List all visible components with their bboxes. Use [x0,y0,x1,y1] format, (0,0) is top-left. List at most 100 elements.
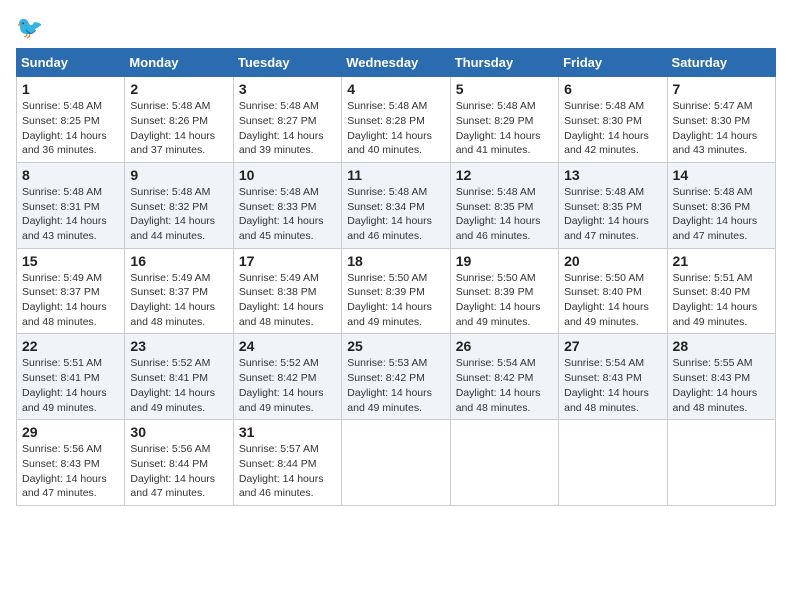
sunset-text: Sunset: 8:30 PM [673,114,770,129]
sunrise-text: Sunrise: 5:48 AM [22,99,119,114]
logo: 🐦 [16,16,43,40]
sunrise-text: Sunrise: 5:48 AM [239,99,336,114]
daylight-text: Daylight: 14 hours and 48 minutes. [239,300,336,329]
sunrise-text: Sunrise: 5:56 AM [22,442,119,457]
day-info: Sunrise: 5:48 AM Sunset: 8:27 PM Dayligh… [239,99,336,158]
sunrise-text: Sunrise: 5:56 AM [130,442,227,457]
sunrise-text: Sunrise: 5:48 AM [130,185,227,200]
sunrise-text: Sunrise: 5:51 AM [22,356,119,371]
sunset-text: Sunset: 8:29 PM [456,114,553,129]
calendar-cell: 15 Sunrise: 5:49 AM Sunset: 8:37 PM Dayl… [17,248,125,334]
day-number: 23 [130,338,227,354]
sunset-text: Sunset: 8:35 PM [456,200,553,215]
calendar-day-header: Wednesday [342,49,450,77]
day-number: 22 [22,338,119,354]
sunset-text: Sunset: 8:41 PM [130,371,227,386]
daylight-text: Daylight: 14 hours and 48 minutes. [22,300,119,329]
daylight-text: Daylight: 14 hours and 49 minutes. [456,300,553,329]
day-number: 20 [564,253,661,269]
sunset-text: Sunset: 8:33 PM [239,200,336,215]
day-info: Sunrise: 5:50 AM Sunset: 8:39 PM Dayligh… [456,271,553,330]
daylight-text: Daylight: 14 hours and 49 minutes. [239,386,336,415]
sunrise-text: Sunrise: 5:54 AM [564,356,661,371]
sunrise-text: Sunrise: 5:53 AM [347,356,444,371]
day-number: 8 [22,167,119,183]
calendar-cell: 24 Sunrise: 5:52 AM Sunset: 8:42 PM Dayl… [233,334,341,420]
calendar-cell: 6 Sunrise: 5:48 AM Sunset: 8:30 PM Dayli… [559,77,667,163]
sunset-text: Sunset: 8:34 PM [347,200,444,215]
calendar-week-row: 22 Sunrise: 5:51 AM Sunset: 8:41 PM Dayl… [17,334,776,420]
day-info: Sunrise: 5:49 AM Sunset: 8:38 PM Dayligh… [239,271,336,330]
day-number: 11 [347,167,444,183]
daylight-text: Daylight: 14 hours and 47 minutes. [22,472,119,501]
day-info: Sunrise: 5:54 AM Sunset: 8:43 PM Dayligh… [564,356,661,415]
day-number: 31 [239,424,336,440]
calendar-day-header: Monday [125,49,233,77]
day-info: Sunrise: 5:54 AM Sunset: 8:42 PM Dayligh… [456,356,553,415]
sunrise-text: Sunrise: 5:48 AM [456,185,553,200]
sunset-text: Sunset: 8:42 PM [239,371,336,386]
calendar-week-row: 1 Sunrise: 5:48 AM Sunset: 8:25 PM Dayli… [17,77,776,163]
day-info: Sunrise: 5:50 AM Sunset: 8:40 PM Dayligh… [564,271,661,330]
sunset-text: Sunset: 8:37 PM [22,285,119,300]
day-info: Sunrise: 5:56 AM Sunset: 8:43 PM Dayligh… [22,442,119,501]
sunrise-text: Sunrise: 5:57 AM [239,442,336,457]
calendar-cell: 21 Sunrise: 5:51 AM Sunset: 8:40 PM Dayl… [667,248,775,334]
sunset-text: Sunset: 8:41 PM [22,371,119,386]
day-number: 21 [673,253,770,269]
day-info: Sunrise: 5:50 AM Sunset: 8:39 PM Dayligh… [347,271,444,330]
calendar-day-header: Friday [559,49,667,77]
calendar-cell: 11 Sunrise: 5:48 AM Sunset: 8:34 PM Dayl… [342,162,450,248]
day-number: 28 [673,338,770,354]
day-number: 2 [130,81,227,97]
daylight-text: Daylight: 14 hours and 48 minutes. [564,386,661,415]
sunrise-text: Sunrise: 5:49 AM [130,271,227,286]
daylight-text: Daylight: 14 hours and 49 minutes. [564,300,661,329]
day-number: 1 [22,81,119,97]
sunset-text: Sunset: 8:44 PM [130,457,227,472]
daylight-text: Daylight: 14 hours and 37 minutes. [130,129,227,158]
calendar-week-row: 15 Sunrise: 5:49 AM Sunset: 8:37 PM Dayl… [17,248,776,334]
sunrise-text: Sunrise: 5:48 AM [673,185,770,200]
sunset-text: Sunset: 8:32 PM [130,200,227,215]
calendar-cell: 28 Sunrise: 5:55 AM Sunset: 8:43 PM Dayl… [667,334,775,420]
calendar-header-row: SundayMondayTuesdayWednesdayThursdayFrid… [17,49,776,77]
calendar-cell: 16 Sunrise: 5:49 AM Sunset: 8:37 PM Dayl… [125,248,233,334]
day-number: 19 [456,253,553,269]
day-info: Sunrise: 5:56 AM Sunset: 8:44 PM Dayligh… [130,442,227,501]
sunrise-text: Sunrise: 5:50 AM [456,271,553,286]
day-info: Sunrise: 5:48 AM Sunset: 8:25 PM Dayligh… [22,99,119,158]
calendar-cell: 27 Sunrise: 5:54 AM Sunset: 8:43 PM Dayl… [559,334,667,420]
sunrise-text: Sunrise: 5:48 AM [347,99,444,114]
sunrise-text: Sunrise: 5:48 AM [347,185,444,200]
daylight-text: Daylight: 14 hours and 47 minutes. [564,214,661,243]
calendar-cell: 22 Sunrise: 5:51 AM Sunset: 8:41 PM Dayl… [17,334,125,420]
calendar-week-row: 29 Sunrise: 5:56 AM Sunset: 8:43 PM Dayl… [17,420,776,506]
day-number: 24 [239,338,336,354]
day-number: 7 [673,81,770,97]
day-info: Sunrise: 5:48 AM Sunset: 8:30 PM Dayligh… [564,99,661,158]
sunrise-text: Sunrise: 5:48 AM [22,185,119,200]
daylight-text: Daylight: 14 hours and 48 minutes. [130,300,227,329]
day-info: Sunrise: 5:52 AM Sunset: 8:42 PM Dayligh… [239,356,336,415]
daylight-text: Daylight: 14 hours and 46 minutes. [347,214,444,243]
day-info: Sunrise: 5:48 AM Sunset: 8:33 PM Dayligh… [239,185,336,244]
calendar-week-row: 8 Sunrise: 5:48 AM Sunset: 8:31 PM Dayli… [17,162,776,248]
sunrise-text: Sunrise: 5:52 AM [130,356,227,371]
daylight-text: Daylight: 14 hours and 42 minutes. [564,129,661,158]
calendar-cell: 5 Sunrise: 5:48 AM Sunset: 8:29 PM Dayli… [450,77,558,163]
daylight-text: Daylight: 14 hours and 49 minutes. [130,386,227,415]
calendar-day-header: Saturday [667,49,775,77]
sunset-text: Sunset: 8:43 PM [22,457,119,472]
calendar-cell [559,420,667,506]
sunset-text: Sunset: 8:31 PM [22,200,119,215]
sunset-text: Sunset: 8:26 PM [130,114,227,129]
calendar-cell: 12 Sunrise: 5:48 AM Sunset: 8:35 PM Dayl… [450,162,558,248]
daylight-text: Daylight: 14 hours and 46 minutes. [239,472,336,501]
sunset-text: Sunset: 8:36 PM [673,200,770,215]
sunrise-text: Sunrise: 5:48 AM [564,185,661,200]
sunset-text: Sunset: 8:38 PM [239,285,336,300]
calendar-cell: 18 Sunrise: 5:50 AM Sunset: 8:39 PM Dayl… [342,248,450,334]
day-number: 17 [239,253,336,269]
day-number: 6 [564,81,661,97]
